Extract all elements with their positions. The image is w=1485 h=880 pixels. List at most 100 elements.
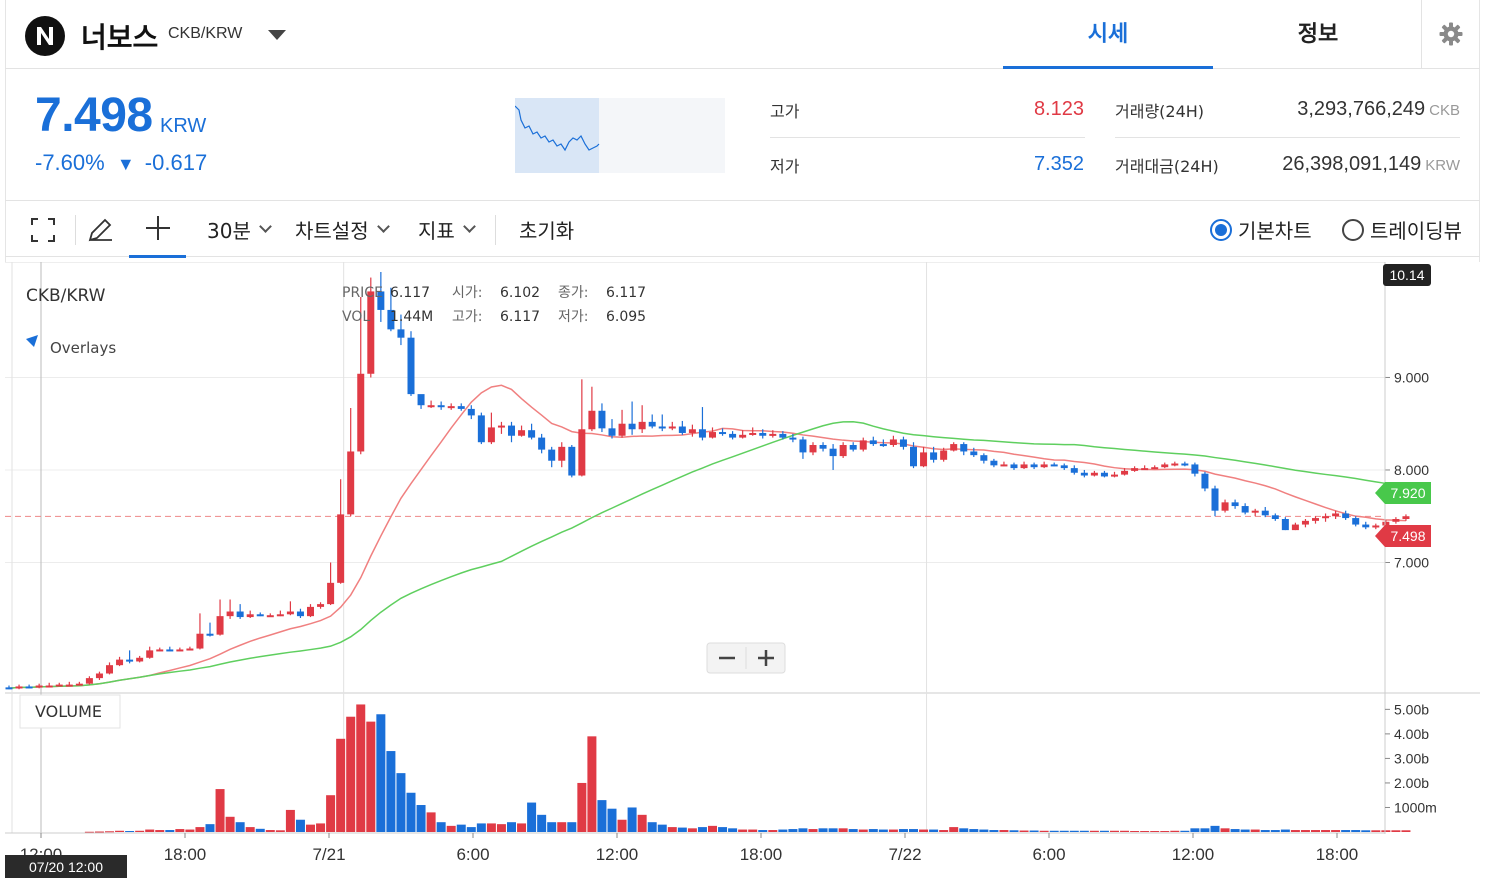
chevron-down-icon (462, 220, 476, 233)
volume-bar (1381, 830, 1391, 832)
reset-button[interactable]: 초기화 (519, 201, 574, 258)
overlays-label[interactable]: Overlays (50, 339, 116, 357)
candle-body (950, 444, 958, 451)
candle-body (1080, 472, 1088, 476)
candle-body (15, 686, 23, 689)
candle-body (849, 444, 857, 450)
last-price-badge-text: 7.498 (1390, 528, 1425, 544)
interval-select[interactable]: 30분 (207, 201, 272, 258)
x-tick-label: 18:00 (164, 845, 207, 864)
volume-bar (898, 829, 908, 832)
volume-bar (999, 830, 1009, 832)
candle-body (226, 611, 234, 617)
volume-bar (527, 802, 537, 832)
tab-price[interactable]: 시세 (1003, 0, 1213, 69)
candle-body (166, 649, 174, 652)
volume-bar (989, 830, 999, 832)
volume-bar (1170, 830, 1180, 832)
current-price: 7.498 (35, 89, 153, 142)
candle-body (1131, 468, 1139, 471)
change-percent: -7.60% (35, 150, 105, 175)
candle-body (1141, 468, 1149, 471)
mode-basic-radio[interactable]: 기본차트 (1210, 201, 1312, 258)
price-unit: KRW (160, 115, 207, 137)
candle-body (477, 415, 485, 443)
candle-body (296, 611, 304, 617)
volume-bar (306, 824, 315, 832)
volume-bar (1069, 830, 1079, 832)
volume-bar (1180, 830, 1190, 832)
volume-bar (1039, 830, 1049, 832)
ohlc-high-label: 고가: (452, 309, 482, 325)
zoom-controls (706, 642, 786, 674)
crosshair-button[interactable] (129, 201, 186, 258)
chevron-down-icon (258, 220, 272, 233)
volume-bar (466, 827, 476, 832)
nervos-logo (25, 16, 65, 56)
settings-button[interactable] (1421, 0, 1480, 69)
coin-select-caret-icon[interactable] (268, 30, 286, 40)
amount-unit: KRW (1425, 157, 1460, 174)
amount-value: 26,398,091,149 (1282, 153, 1422, 175)
indicators-label: 지표 (418, 219, 455, 243)
candle-body (548, 449, 556, 461)
volume-bar (1200, 828, 1210, 832)
volume-bar (225, 816, 235, 832)
price-chart[interactable]: 9.000 8.000 7.000 12:00 18:00 7/21 6:00 12:00 18… (0, 262, 1485, 880)
volume-bar (909, 829, 918, 832)
mode-tradingview-radio[interactable]: 트레이딩뷰 (1342, 201, 1462, 258)
candle-body (899, 439, 907, 447)
volume-bar (245, 827, 255, 832)
candle-body (658, 426, 666, 429)
candle-body (688, 429, 696, 433)
volume-bar (215, 789, 225, 832)
chart-settings-select[interactable]: 차트설정 (295, 201, 390, 258)
volume-bar (346, 716, 356, 832)
volume-bar (1220, 828, 1230, 832)
zoom-in-button[interactable] (746, 643, 785, 673)
volume-bar (718, 827, 728, 832)
volume-bar (94, 831, 104, 833)
indicators-select[interactable]: 지표 (418, 201, 476, 258)
gear-icon (1439, 22, 1463, 46)
volume-bar (185, 829, 195, 832)
volume-bar (376, 714, 386, 832)
volume-bar (366, 721, 376, 832)
fullscreen-button[interactable] (29, 201, 57, 258)
volume-bar (336, 738, 346, 832)
volume-value: 3,293,766,249 (1297, 98, 1426, 120)
volume-bar (115, 830, 125, 832)
volume-tick-label: 5.00b (1394, 701, 1429, 717)
candle-body (357, 373, 365, 452)
candle-body (879, 444, 887, 447)
volume-bar (1210, 825, 1220, 832)
candle-body (106, 665, 113, 674)
candle-body (1121, 470, 1129, 475)
volume-bar (406, 792, 416, 832)
volume-bar (1351, 830, 1361, 832)
ohlc-price-value: 6.117 (390, 285, 430, 301)
volume-bar (285, 809, 295, 832)
volume-bar (486, 823, 496, 832)
candle-body (487, 427, 495, 443)
candle-body (588, 410, 596, 430)
crosshair-time-badge: 07/20 12:00 (5, 855, 127, 878)
draw-button[interactable] (85, 201, 115, 258)
volume-bar (1250, 829, 1260, 832)
candle-body (116, 659, 124, 666)
stat-divider (1115, 137, 1460, 138)
volume-bar (627, 807, 637, 832)
candle-body (337, 514, 345, 583)
tab-info[interactable]: 정보 (1213, 0, 1423, 69)
zoom-out-button[interactable] (707, 643, 746, 673)
candle-body (1201, 473, 1209, 489)
volume-bar (205, 824, 215, 832)
mode-tradingview-label: 트레이딩뷰 (1370, 219, 1462, 243)
candle-body (1191, 464, 1199, 474)
candle-body (75, 683, 83, 686)
volume-bar (657, 824, 667, 832)
candle-body (85, 678, 93, 684)
candle-body (719, 432, 727, 435)
ma-long-badge: 7.920 (1375, 482, 1431, 504)
candle-body (799, 439, 807, 453)
